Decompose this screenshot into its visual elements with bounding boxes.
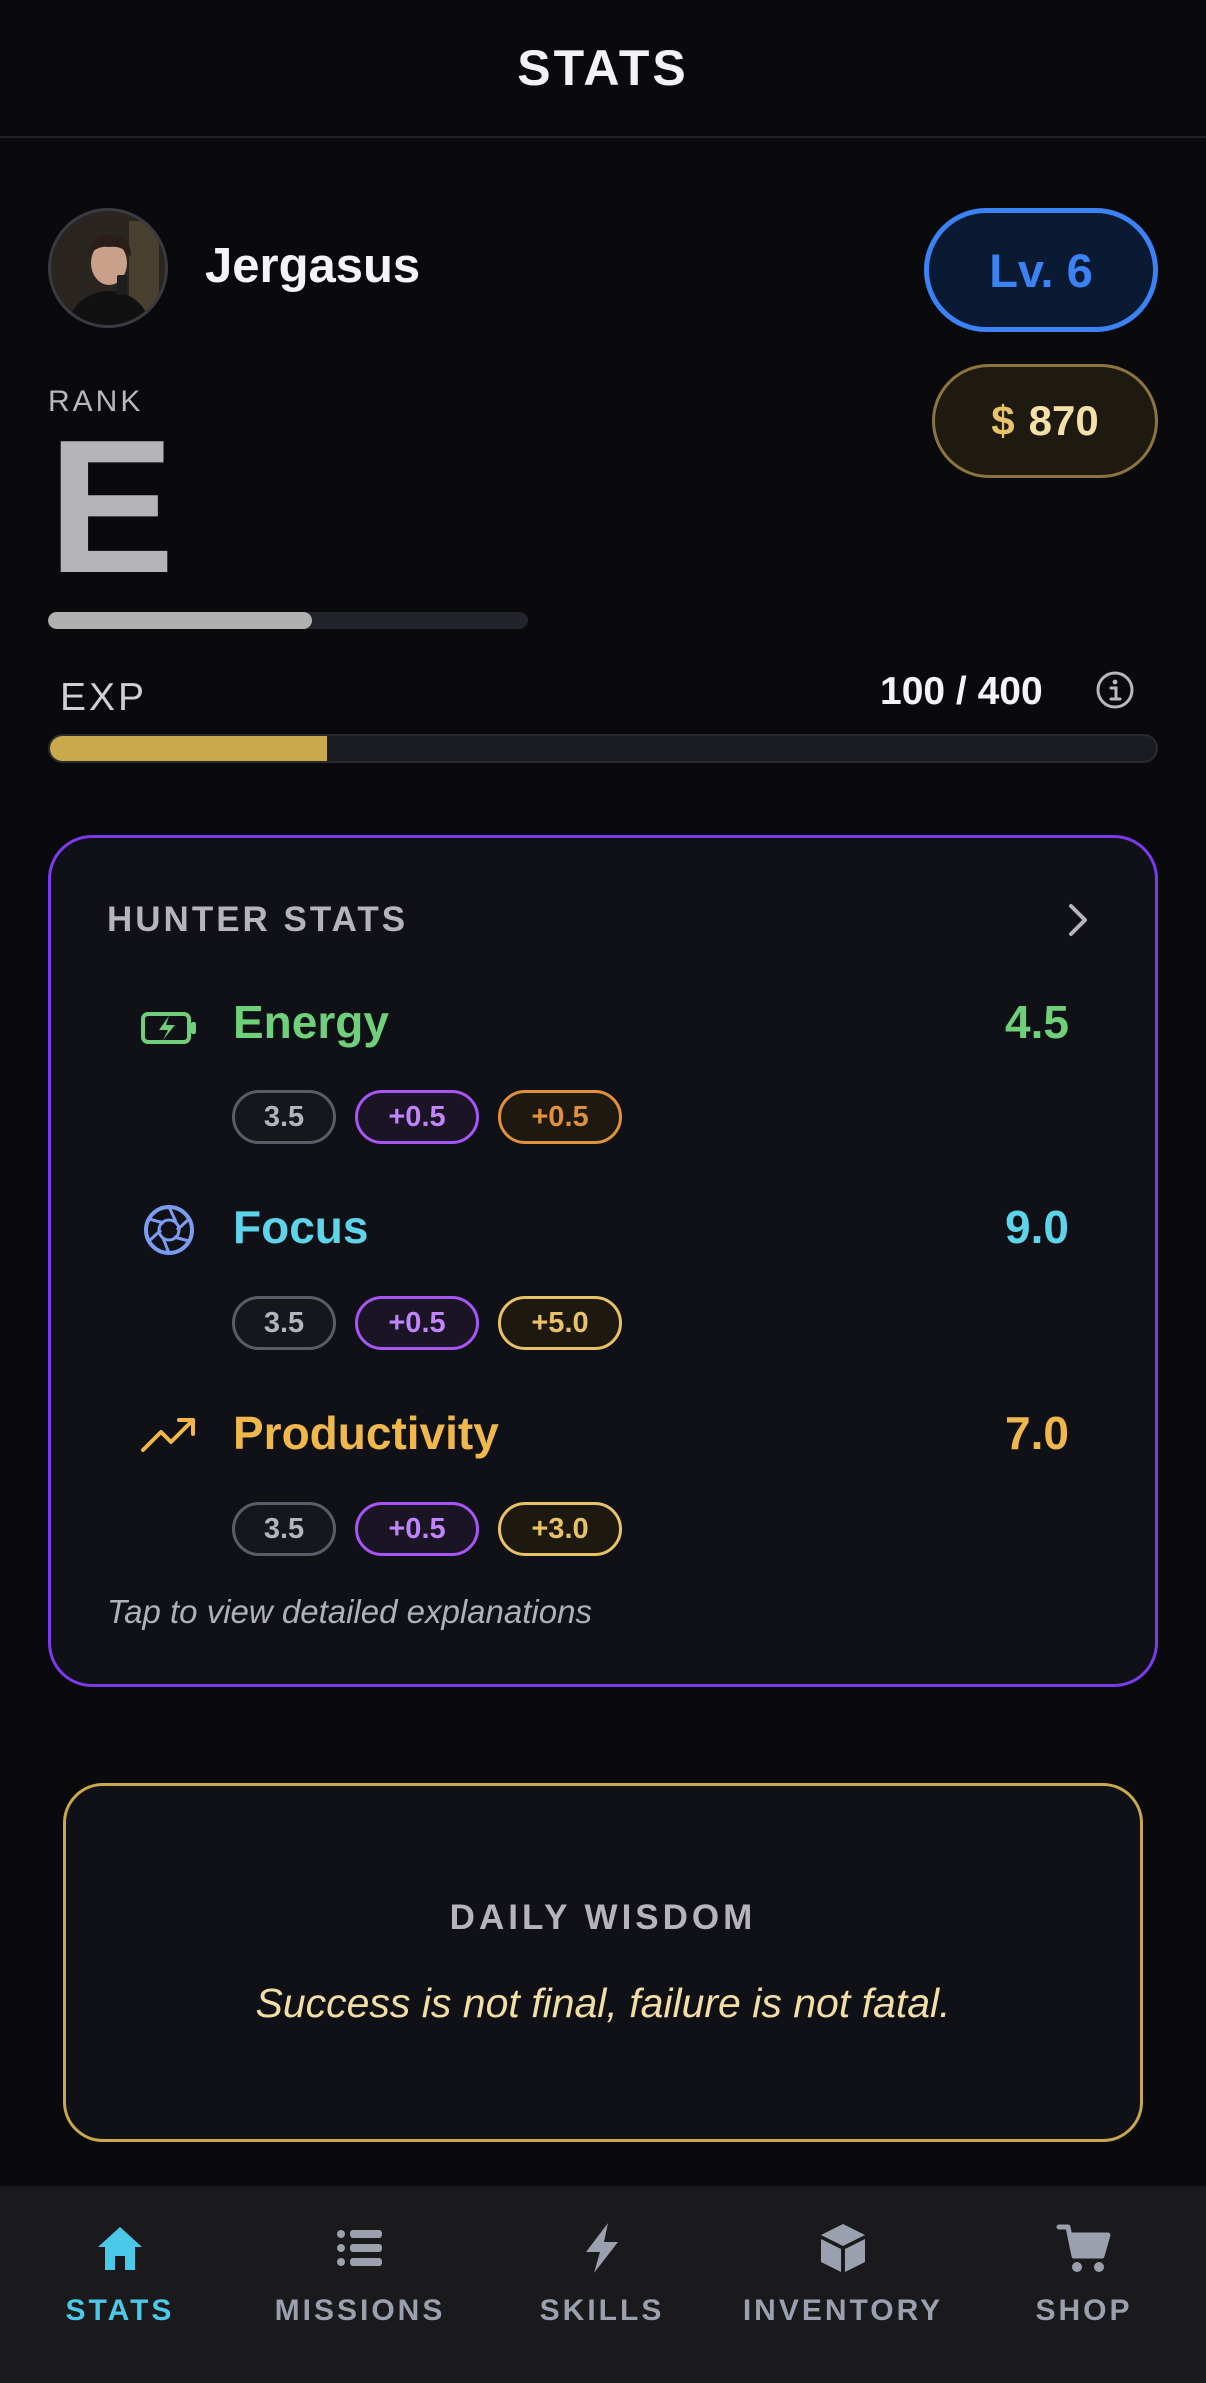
nav-item-stats[interactable]: STATS xyxy=(10,2220,230,2328)
exp-progress-bar xyxy=(48,734,1158,763)
hunter-stats-title: HUNTER STATS xyxy=(107,900,409,939)
currency-badge[interactable]: $ 870 xyxy=(932,364,1158,478)
nav-item-shop[interactable]: SHOP xyxy=(974,2220,1194,2328)
rank-progress-fill xyxy=(48,612,312,629)
avatar-photo xyxy=(51,211,165,325)
nav-item-missions[interactable]: MISSIONS xyxy=(250,2220,470,2328)
daily-wisdom-card: DAILY WISDOM Success is not final, failu… xyxy=(63,1783,1143,2142)
rank-progress-bar xyxy=(48,612,528,629)
currency-amount: 870 xyxy=(1028,397,1099,444)
nav-label: INVENTORY xyxy=(742,2294,944,2327)
extra-bonus-chip: +3.0 xyxy=(498,1502,622,1556)
exp-label: EXP xyxy=(60,676,148,719)
stat-name-energy: Energy xyxy=(233,996,389,1048)
stat-value-focus: 9.0 xyxy=(1005,1201,1069,1253)
rank-letter: E xyxy=(48,401,175,613)
nav-item-inventory[interactable]: INVENTORY xyxy=(733,2220,953,2328)
avatar[interactable] xyxy=(48,208,168,328)
base-chip: 3.5 xyxy=(232,1296,336,1350)
tap-hint: Tap to view detailed explanations xyxy=(107,1593,592,1630)
nav-label: STATS xyxy=(65,2294,175,2327)
username: Jergasus xyxy=(205,239,421,293)
base-chip: 3.5 xyxy=(232,1502,336,1556)
lightning-icon xyxy=(586,2223,618,2273)
battery-charging-icon xyxy=(141,1012,196,1044)
level-bonus-chip: +0.5 xyxy=(355,1502,479,1556)
base-chip: 3.5 xyxy=(232,1090,336,1144)
exp-value: 100 / 400 xyxy=(880,670,1043,713)
stat-breakdown-energy: 3.5 +0.5 +0.5 xyxy=(232,1090,622,1144)
stat-value-productivity: 7.0 xyxy=(1005,1407,1069,1459)
nav-item-skills[interactable]: SKILLS xyxy=(492,2220,712,2328)
daily-wisdom-title: DAILY WISDOM xyxy=(449,1898,757,1937)
info-icon[interactable] xyxy=(1095,670,1135,710)
extra-bonus-chip: +0.5 xyxy=(498,1090,622,1144)
nav-label: MISSIONS xyxy=(274,2294,446,2327)
cart-icon xyxy=(1056,2224,1111,2272)
chevron-right-icon[interactable] xyxy=(1063,900,1093,940)
nav-label: SHOP xyxy=(1035,2294,1133,2327)
stat-breakdown-focus: 3.5 +0.5 +5.0 xyxy=(232,1296,622,1350)
hunter-stats-card[interactable]: HUNTER STATS Energy 4.5 3.5 +0.5 +0.5 Fo… xyxy=(48,835,1158,1687)
nav-label: SKILLS xyxy=(539,2294,665,2327)
bottom-nav: STATS MISSIONS SKILLS INVENTORY SHOP xyxy=(0,2186,1206,2383)
aperture-icon xyxy=(144,1205,194,1255)
level-badge[interactable]: Lv. 6 xyxy=(924,208,1158,332)
trending-up-icon xyxy=(141,1418,195,1452)
list-icon xyxy=(337,2230,382,2266)
currency-symbol: $ xyxy=(991,397,1015,444)
exp-progress-fill xyxy=(50,736,327,761)
level-bonus-chip: +0.5 xyxy=(355,1296,479,1350)
home-icon xyxy=(98,2227,142,2270)
stat-name-productivity: Productivity xyxy=(233,1407,499,1459)
stat-breakdown-productivity: 3.5 +0.5 +3.0 xyxy=(232,1502,622,1556)
daily-wisdom-quote: Success is not final, failure is not fat… xyxy=(255,1980,951,2026)
cube-icon xyxy=(821,2224,865,2272)
page-title: STATS xyxy=(517,40,689,96)
stat-value-energy: 4.5 xyxy=(1005,996,1069,1048)
stat-name-focus: Focus xyxy=(233,1201,369,1253)
level-bonus-chip: +0.5 xyxy=(355,1090,479,1144)
extra-bonus-chip: +5.0 xyxy=(498,1296,622,1350)
app-header: STATS xyxy=(0,0,1206,138)
